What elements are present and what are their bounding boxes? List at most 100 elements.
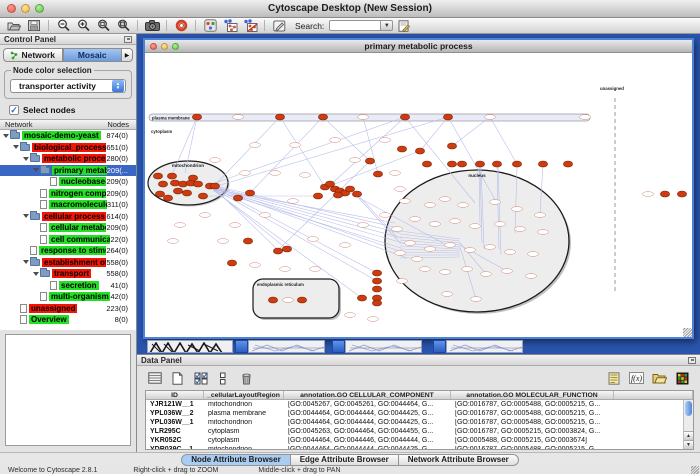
network-node-unselected[interactable] xyxy=(200,213,211,218)
network-node[interactable] xyxy=(210,183,219,189)
network-node-unselected[interactable] xyxy=(218,239,229,244)
network-node-unselected[interactable] xyxy=(350,158,361,163)
table-row[interactable]: YKR052Ccytoplasm[GO:0044464, GO:0044446,… xyxy=(146,436,693,445)
network-node-unselected[interactable] xyxy=(440,197,451,202)
select-nodes-checkbox[interactable]: ✓ xyxy=(9,105,19,115)
column-header[interactable]: ID xyxy=(146,391,204,399)
network-node-unselected[interactable] xyxy=(300,173,311,178)
network-node[interactable] xyxy=(325,181,334,187)
minimized-window-titlebar[interactable] xyxy=(433,340,446,353)
tab-mosaic[interactable]: Mosaic xyxy=(63,48,123,62)
expand-triangle-icon[interactable] xyxy=(12,145,20,149)
network-node[interactable] xyxy=(373,171,382,177)
network-node[interactable] xyxy=(178,181,187,187)
network-node[interactable] xyxy=(243,238,252,244)
network-node-unselected[interactable] xyxy=(270,171,281,176)
network-node-unselected[interactable] xyxy=(580,115,591,120)
scroll-up-icon[interactable]: ▲ xyxy=(684,431,693,440)
tree-row[interactable]: cellular metabo209(0) xyxy=(0,222,136,234)
network-node-unselected[interactable] xyxy=(390,171,401,176)
close-icon[interactable] xyxy=(150,43,157,50)
network-canvas-svg[interactable]: plasma membranecytoplasmmitochondrionnuc… xyxy=(145,53,692,337)
tree-row[interactable]: nitrogen compo209(0) xyxy=(0,188,136,200)
network-node-unselected[interactable] xyxy=(345,313,356,318)
destroy-network-view-icon[interactable] xyxy=(241,18,259,33)
network-node-unselected[interactable] xyxy=(502,269,513,274)
expand-triangle-icon[interactable] xyxy=(22,214,30,218)
network-node-unselected[interactable] xyxy=(250,263,261,268)
tree-row[interactable]: biological_process651(0) xyxy=(0,142,136,154)
network-node[interactable] xyxy=(198,193,207,199)
network-node[interactable] xyxy=(173,188,182,194)
network-node[interactable] xyxy=(153,173,162,179)
network-node-unselected[interactable] xyxy=(470,224,481,229)
zoom-window-button[interactable] xyxy=(35,4,44,13)
network-node-unselected[interactable] xyxy=(425,203,436,208)
network-node[interactable] xyxy=(397,146,406,152)
minimized-window-titlebar[interactable] xyxy=(332,340,345,353)
network-node-unselected[interactable] xyxy=(290,143,301,148)
network-node-unselected[interactable] xyxy=(358,115,369,120)
tree-row[interactable]: metabolic process280(0) xyxy=(0,153,136,165)
network-node-unselected[interactable] xyxy=(420,267,431,272)
import-attributes-folder-icon[interactable] xyxy=(650,369,669,387)
plasma-membrane-region[interactable] xyxy=(149,114,590,121)
network-node-unselected[interactable] xyxy=(230,223,241,228)
network-node-unselected[interactable] xyxy=(490,200,501,205)
network-node[interactable] xyxy=(313,193,322,199)
network-node-unselected[interactable] xyxy=(512,207,523,212)
minimize-icon[interactable] xyxy=(161,43,168,50)
tree-row[interactable]: transport558(0) xyxy=(0,268,136,280)
network-node-unselected[interactable] xyxy=(175,223,186,228)
network-node[interactable] xyxy=(273,248,282,254)
network-node-unselected[interactable] xyxy=(210,158,221,163)
network-node-unselected[interactable] xyxy=(412,257,423,262)
network-node[interactable] xyxy=(357,295,366,301)
attribute-matrix-icon[interactable] xyxy=(673,369,692,387)
table-row[interactable]: YDR039C__1mitochondrion[GO:0044464, GO:0… xyxy=(146,445,693,450)
network-node[interactable] xyxy=(192,114,201,120)
minimized-window-thumbnail[interactable] xyxy=(248,340,325,353)
network-node[interactable] xyxy=(163,195,172,201)
tree-row[interactable]: response to stimulu264(0) xyxy=(0,245,136,257)
scrollbar-thumb[interactable] xyxy=(685,401,692,416)
network-node[interactable] xyxy=(182,190,191,196)
node-color-select[interactable]: transporter activity ▲▼ xyxy=(10,79,126,93)
tree-row[interactable]: unassigned223(0) xyxy=(0,303,136,315)
new-attribute-icon[interactable] xyxy=(168,369,187,387)
minimize-button[interactable] xyxy=(21,4,30,13)
network-node[interactable] xyxy=(677,191,686,197)
network-node-unselected[interactable] xyxy=(395,187,406,192)
create-network-view-icon[interactable] xyxy=(221,18,239,33)
network-node-unselected[interactable] xyxy=(283,298,294,303)
tree-row[interactable]: secretion41(0) xyxy=(0,280,136,292)
network-node[interactable] xyxy=(538,161,547,167)
network-node[interactable] xyxy=(158,181,167,187)
zoom-in-icon[interactable] xyxy=(74,18,92,33)
zoom-out-icon[interactable] xyxy=(54,18,72,33)
network-node[interactable] xyxy=(170,180,179,186)
scroll-down-icon[interactable]: ▼ xyxy=(684,440,693,449)
zoom-fit-icon[interactable] xyxy=(114,18,132,33)
tree-row[interactable]: Overview8(0) xyxy=(0,314,136,326)
network-node-unselected[interactable] xyxy=(535,213,546,218)
network-node-unselected[interactable] xyxy=(358,223,369,228)
network-node[interactable] xyxy=(155,191,164,197)
tree-row[interactable]: mosaic-demo-yeast874(0) xyxy=(0,130,136,142)
network-node-unselected[interactable] xyxy=(395,251,406,256)
network-node[interactable] xyxy=(282,246,291,252)
network-node[interactable] xyxy=(372,270,381,276)
network-node-unselected[interactable] xyxy=(538,230,549,235)
network-node-unselected[interactable] xyxy=(233,115,244,120)
network-node-unselected[interactable] xyxy=(440,270,451,275)
network-node[interactable] xyxy=(457,161,466,167)
column-header[interactable]: _cellularLayoutRegion xyxy=(204,391,284,399)
maximize-icon[interactable] xyxy=(172,43,179,50)
network-node[interactable] xyxy=(233,195,242,201)
attribute-browser-tab-2[interactable]: Network Attribute Browser xyxy=(399,454,519,466)
network-node[interactable] xyxy=(447,161,456,167)
tab-network[interactable]: Network xyxy=(3,48,63,62)
network-node-unselected[interactable] xyxy=(250,143,261,148)
network-node-unselected[interactable] xyxy=(485,115,496,120)
table-row[interactable]: YPL036W__2plasma membrane[GO:0044464, GO… xyxy=(146,409,693,418)
